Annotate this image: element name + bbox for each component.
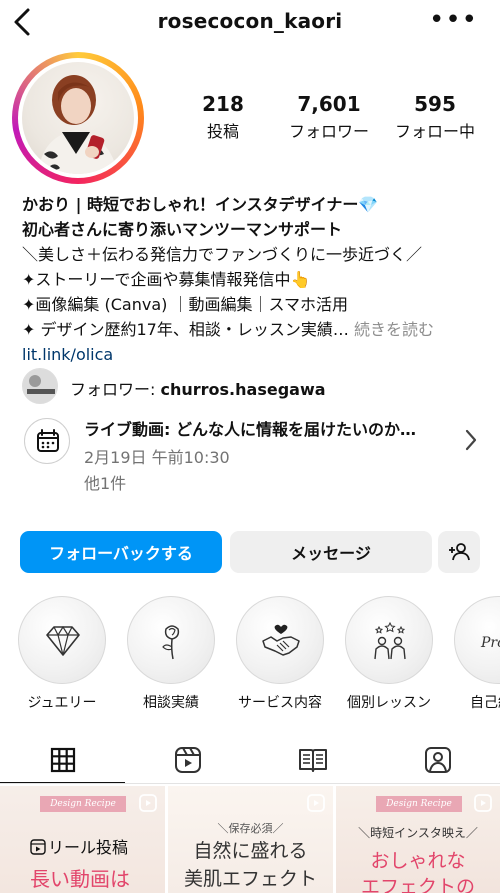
highlight-label: ジュエリー bbox=[27, 695, 97, 711]
highlight-cover bbox=[236, 596, 324, 684]
story-highlights: ジュエリー 相談実績 サービス内容 個別レッスン Pr 自己 bbox=[0, 596, 500, 711]
event-date: 2月19日 午前10:30 bbox=[84, 448, 230, 467]
more-options-icon[interactable]: ••• bbox=[429, 7, 478, 33]
event-title: ライブ動画: どんな人に情報を届けたいのか… bbox=[84, 420, 416, 439]
post-line-1: 自然に盛れる bbox=[193, 840, 308, 862]
post-tag: Design Recipe bbox=[376, 796, 462, 812]
rose-icon bbox=[162, 625, 180, 660]
bio-external-link[interactable]: lit.link/olica bbox=[22, 342, 482, 367]
profile-avatar bbox=[22, 62, 134, 174]
bio-line-4: ✦ストーリーで企画や募集情報発信中👆 bbox=[22, 270, 311, 289]
reel-indicator-icon bbox=[307, 794, 325, 812]
bio-line-5: ✦画像編集 (Canva) ｜動画編集｜スマホ活用 bbox=[22, 295, 348, 314]
chevron-right-icon[interactable] bbox=[464, 428, 478, 452]
followers-label: フォロワー bbox=[288, 122, 369, 141]
read-more-link[interactable]: 続きを読む bbox=[354, 320, 434, 339]
post-line-1: おしゃれな bbox=[370, 850, 466, 872]
posts-grid: Design Recipe リール投稿 長い動画は ＼保存必須／ 自然に盛れる … bbox=[0, 786, 500, 893]
story-ring[interactable] bbox=[12, 52, 144, 184]
scheduled-event[interactable]: ライブ動画: どんな人に情報を届けたいのか… 2月19日 午前10:30 他1件 bbox=[22, 414, 482, 494]
post-line-2: エフェクトの bbox=[360, 876, 475, 893]
followed-by-row[interactable]: フォロワー: churros.hasegawa bbox=[22, 368, 482, 404]
add-person-icon bbox=[449, 543, 470, 561]
highlight-jewelry[interactable]: ジュエリー bbox=[17, 596, 107, 711]
followed-by-text: フォロワー: churros.hasegawa bbox=[70, 376, 326, 400]
suggest-people-button[interactable] bbox=[438, 531, 480, 573]
highlight-cover bbox=[127, 596, 215, 684]
highlight-cover bbox=[345, 596, 433, 684]
diamond-icon bbox=[46, 625, 80, 656]
post-line-0: ＼保存必須／ bbox=[217, 822, 284, 835]
profile-bio: かおり | 時短でおしゃれ！インスタデザイナー💎 初心者さんに寄り添いマンツーマ… bbox=[22, 192, 482, 367]
profile-username: rosecocon_kaori bbox=[157, 9, 343, 33]
tab-tagged[interactable] bbox=[375, 736, 500, 784]
posts-label: 投稿 bbox=[206, 122, 239, 141]
posts-count: 218 bbox=[202, 92, 244, 116]
svg-text:Pro: Pro bbox=[480, 635, 500, 651]
people-stars-icon bbox=[374, 621, 406, 660]
tab-posts-grid[interactable] bbox=[0, 736, 125, 784]
post-line-2: 美肌エフェクト bbox=[183, 868, 317, 890]
highlight-consulting[interactable]: 相談実績 bbox=[126, 596, 216, 711]
highlight-services[interactable]: サービス内容 bbox=[235, 596, 325, 711]
tab-reels[interactable] bbox=[125, 736, 250, 784]
bio-line-6-text: ✦ デザイン歴約17年、相談・レッスン実績… bbox=[22, 320, 349, 339]
followed-by-prefix: フォロワー: bbox=[70, 380, 161, 399]
post-tag: Design Recipe bbox=[40, 796, 126, 812]
tabs-divider bbox=[0, 783, 500, 784]
highlight-label: 個別レッスン bbox=[347, 695, 431, 711]
post-thumbnail[interactable]: ＼保存必須／ 自然に盛れる 美肌エフェクト bbox=[168, 786, 333, 893]
post-line-1: リール投稿 bbox=[48, 838, 129, 857]
post-text-line: リール投稿 bbox=[30, 834, 128, 858]
tab-guides[interactable] bbox=[250, 736, 375, 784]
profile-text-icon: Pro bbox=[480, 635, 500, 651]
message-button[interactable]: メッセージ bbox=[230, 531, 432, 573]
post-thumbnail[interactable]: Design Recipe リール投稿 長い動画は bbox=[0, 786, 165, 893]
post-thumbnail[interactable]: Design Recipe ＼時短インスタ映え／ おしゃれな エフェクトの bbox=[336, 786, 500, 893]
bio-line-6: ✦ デザイン歴約17年、相談・レッスン実績… 続きを読む bbox=[22, 317, 482, 342]
highlight-label: 相談実績 bbox=[143, 695, 199, 711]
reels-icon bbox=[30, 839, 46, 855]
handshake-icon bbox=[262, 624, 300, 656]
highlight-label: サービス内容 bbox=[238, 695, 322, 711]
highlight-cover bbox=[18, 596, 106, 684]
top-bar: rosecocon_kaori ••• bbox=[0, 0, 500, 44]
reel-indicator-icon bbox=[474, 794, 492, 812]
followers-stat[interactable]: 7,601 フォロワー bbox=[274, 92, 384, 142]
grid-icon bbox=[50, 747, 75, 773]
post-line-2: 長い動画は bbox=[30, 867, 130, 891]
highlight-private-lesson[interactable]: 個別レッスン bbox=[344, 596, 434, 711]
followed-by-name: churros.hasegawa bbox=[160, 380, 326, 399]
highlight-label: 自己紹介 bbox=[470, 695, 500, 711]
followers-count: 7,601 bbox=[297, 92, 361, 116]
following-stat[interactable]: 595 フォロー中 bbox=[380, 92, 490, 142]
follower-avatar bbox=[22, 368, 58, 404]
following-label: フォロー中 bbox=[394, 122, 475, 141]
bio-line-name: かおり | 時短でおしゃれ！インスタデザイナー💎 bbox=[22, 195, 379, 214]
reel-indicator-icon bbox=[139, 794, 157, 812]
highlight-cover: Pro bbox=[454, 596, 500, 684]
profile-actions: フォローバックする メッセージ bbox=[20, 531, 480, 573]
posts-stat[interactable]: 218 投稿 bbox=[168, 92, 278, 142]
bio-line-3: ＼美しさ＋伝わる発信力でファンづくりに一歩近づく／ bbox=[22, 245, 423, 264]
highlight-introduction[interactable]: Pro 自己紹介 bbox=[453, 596, 500, 711]
follow-back-button[interactable]: フォローバックする bbox=[20, 531, 222, 573]
post-line-0: ＼時短インスタ映え／ bbox=[358, 826, 478, 840]
guide-icon bbox=[298, 749, 327, 772]
reels-icon bbox=[174, 747, 201, 773]
bio-line-tagline: 初心者さんに寄り添いマンツーマンサポート bbox=[22, 220, 343, 239]
event-count: 他1件 bbox=[84, 474, 127, 493]
calendar-icon bbox=[24, 418, 70, 464]
tagged-icon bbox=[424, 747, 451, 773]
following-count: 595 bbox=[414, 92, 456, 116]
profile-tabs bbox=[0, 736, 500, 784]
